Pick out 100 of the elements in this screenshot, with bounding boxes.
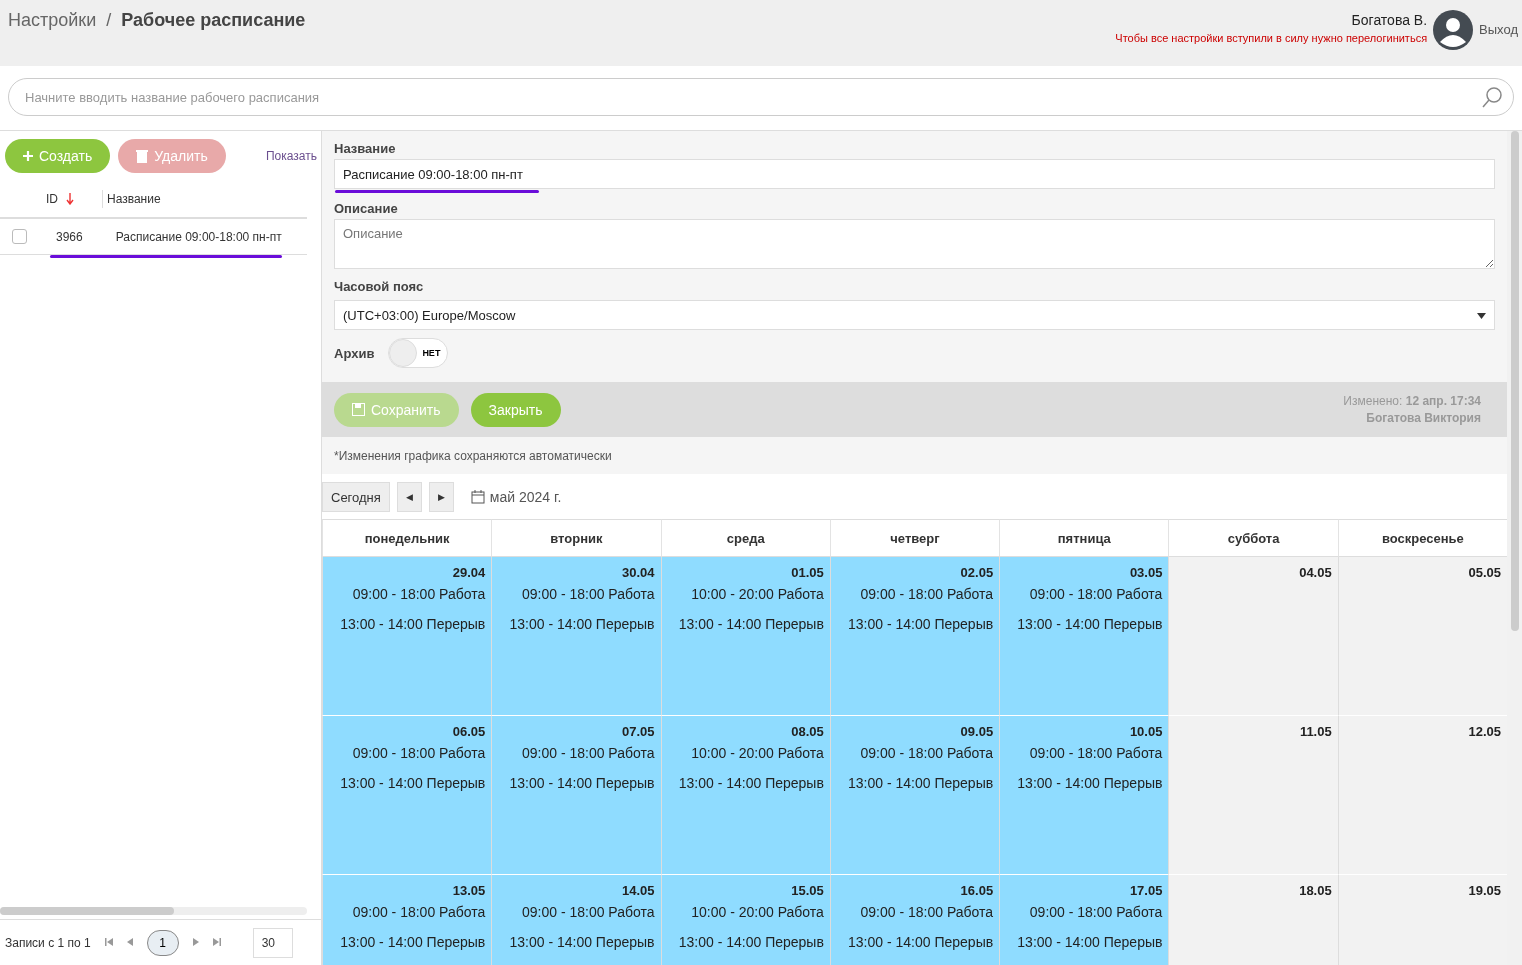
day-date: 01.05	[791, 565, 824, 580]
day-cell[interactable]: 16.05 09:00 - 18:00 Работа 13:00 - 14:00 Перерыв	[829, 875, 1000, 965]
day-cell[interactable]: 29.04 09:00 - 18:00 Работа 13:00 - 14:00 Перерыв	[322, 557, 492, 716]
day-date: 08.05	[791, 724, 824, 739]
first-page-button[interactable]	[104, 937, 113, 948]
schedule-event: 10:00 - 20:00 Работа	[691, 904, 824, 920]
calendar-icon	[470, 490, 485, 504]
horizontal-scrollbar[interactable]	[0, 907, 307, 915]
day-date: 15.05	[791, 883, 824, 898]
user-name: Богатова В.	[1351, 12, 1428, 28]
last-page-icon	[212, 938, 221, 946]
schedule-event: 13:00 - 14:00 Перерыв	[1017, 775, 1163, 791]
autosave-note: *Изменения графика сохраняются автоматически	[322, 437, 1507, 474]
day-cell[interactable]: 30.04 09:00 - 18:00 Работа 13:00 - 14:00 Перерыв	[491, 557, 661, 716]
schedule-event: 13:00 - 14:00 Перерыв	[848, 775, 994, 791]
logout-link[interactable]: Выход	[1479, 22, 1518, 37]
day-date: 14.05	[622, 883, 655, 898]
show-link[interactable]: Показать	[266, 149, 317, 163]
vertical-scrollbar[interactable]	[1511, 131, 1519, 631]
schedule-event: 13:00 - 14:00 Перерыв	[340, 934, 486, 950]
schedule-event: 13:00 - 14:00 Перерыв	[1017, 616, 1163, 632]
breadcrumb-separator: /	[106, 10, 112, 31]
day-date: 30.04	[622, 565, 655, 580]
schedule-event: 09:00 - 18:00 Работа	[352, 586, 486, 602]
schedule-event: 09:00 - 18:00 Работа	[521, 904, 655, 920]
day-date: 10.05	[1129, 724, 1163, 739]
day-date: 03.05	[1129, 565, 1163, 580]
day-date: 12.05	[1468, 724, 1501, 739]
day-cell[interactable]: 08.05 10:00 - 20:00 Работа 13:00 - 14:00 Перерыв	[660, 716, 830, 875]
weekday-header: суббота	[1168, 519, 1338, 557]
day-cell[interactable]: 10.05 09:00 - 18:00 Работа 13:00 - 14:00 Перерыв	[999, 716, 1169, 875]
search-icon	[1482, 86, 1504, 108]
caret-down-icon	[1477, 312, 1486, 319]
schedule-event: 09:00 - 18:00 Работа	[860, 904, 994, 920]
page-size-field[interactable]: 30	[252, 927, 293, 958]
field-label: Описание	[334, 201, 399, 216]
schedule-event: 13:00 - 14:00 Перерыв	[678, 775, 824, 791]
timezone-select[interactable]: (UTC+03:00) Europe/Moscow	[334, 300, 1495, 330]
field-label: Архив	[334, 345, 375, 361]
weekday-header: среда	[660, 519, 830, 557]
day-cell[interactable]: 07.05 09:00 - 18:00 Работа 13:00 - 14:00 Перерыв	[491, 716, 661, 875]
day-cell[interactable]: 03.05 09:00 - 18:00 Работа 13:00 - 14:00 Перерыв	[999, 557, 1169, 716]
day-cell[interactable]: 01.05 10:00 - 20:00 Работа 13:00 - 14:00 Перерыв	[660, 557, 830, 716]
day-cell[interactable]: 13.05 09:00 - 18:00 Работа 13:00 - 14:00 Перерыв	[322, 875, 492, 965]
sort-arrow-icon	[66, 193, 74, 205]
breadcrumb-link[interactable]: Настройки	[8, 10, 97, 31]
previous-page-button[interactable]	[126, 937, 133, 948]
day-date: 19.05	[1468, 883, 1501, 898]
schedule-event: 13:00 - 14:00 Перерыв	[509, 775, 655, 791]
row-checkbox[interactable]	[12, 229, 27, 244]
schedule-event: 10:00 - 20:00 Работа	[691, 586, 824, 602]
day-date: 06.05	[452, 724, 486, 739]
today-button[interactable]: Сегодня	[322, 482, 390, 512]
day-cell[interactable]: 18.05	[1168, 875, 1338, 965]
schedule-event: 13:00 - 14:00 Перерыв	[848, 616, 994, 632]
day-cell[interactable]: 15.05 10:00 - 20:00 Работа 13:00 - 14:00 Перерыв	[660, 875, 830, 965]
search-field[interactable]: Начните вводить название рабочего расписания	[8, 78, 1514, 116]
next-button[interactable]: ▶	[428, 482, 454, 512]
schedule-event: 13:00 - 14:00 Перерыв	[340, 616, 486, 632]
day-cell[interactable]: 12.05	[1337, 716, 1507, 875]
schedule-event: 13:00 - 14:00 Перерыв	[848, 934, 994, 950]
day-cell[interactable]: 06.05 09:00 - 18:00 Работа 13:00 - 14:00 Перерыв	[322, 716, 492, 875]
page-button[interactable]: 1	[146, 929, 179, 956]
column-header[interactable]: ID	[0, 192, 102, 206]
last-page-button[interactable]	[212, 937, 221, 948]
name-cell[interactable]: Расписание 09:00-18:00 пн-пт	[82, 229, 282, 244]
day-date: 04.05	[1299, 565, 1332, 580]
day-date: 05.05	[1468, 565, 1501, 580]
archive-toggle[interactable]: НЕТ	[388, 338, 449, 368]
next-page-button[interactable]	[192, 937, 199, 948]
day-cell[interactable]: 14.05 09:00 - 18:00 Работа 13:00 - 14:00 Перерыв	[491, 875, 661, 965]
weekday-header: вторник	[491, 519, 661, 557]
schedule-event: 09:00 - 18:00 Работа	[860, 745, 994, 761]
day-cell[interactable]: 17.05 09:00 - 18:00 Работа 13:00 - 14:00 Перерыв	[999, 875, 1169, 965]
day-cell[interactable]: 19.05	[1337, 875, 1507, 965]
modified-info: Изменено: 12 апр. 17:34	[1343, 394, 1481, 408]
day-date: 17.05	[1129, 883, 1163, 898]
next-page-icon	[192, 938, 199, 946]
day-cell[interactable]: 05.05	[1337, 557, 1507, 716]
day-date: 09.05	[960, 724, 994, 739]
schedule-event: 13:00 - 14:00 Перерыв	[678, 934, 824, 950]
schedule-event: 09:00 - 18:00 Работа	[1029, 904, 1163, 920]
description-field[interactable]: Описание	[334, 219, 1495, 269]
weekday-header: понедельник	[322, 519, 492, 557]
schedule-event: 10:00 - 20:00 Работа	[691, 745, 824, 761]
day-cell[interactable]: 04.05	[1168, 557, 1338, 716]
day-cell[interactable]: 11.05	[1168, 716, 1338, 875]
weekday-header: пятница	[999, 519, 1169, 557]
day-date: 11.05	[1299, 724, 1332, 739]
day-cell[interactable]: 02.05 09:00 - 18:00 Работа 13:00 - 14:00 Перерыв	[829, 557, 1000, 716]
column-header[interactable]: Название	[102, 190, 161, 208]
relogin-warning: Чтобы все настройки вступили в силу нужно перелогиниться	[1115, 32, 1428, 44]
day-date: 07.05	[622, 724, 655, 739]
day-cell[interactable]: 09.05 09:00 - 18:00 Работа 13:00 - 14:00 Перерыв	[829, 716, 1000, 875]
schedule-event: 09:00 - 18:00 Работа	[860, 586, 994, 602]
schedule-event: 09:00 - 18:00 Работа	[521, 586, 655, 602]
previous-button[interactable]: ◀	[396, 482, 422, 512]
modified-by: Богатова Виктория	[1366, 411, 1481, 425]
schedule-event: 09:00 - 18:00 Работа	[352, 745, 486, 761]
user-avatar-icon	[1433, 10, 1474, 50]
